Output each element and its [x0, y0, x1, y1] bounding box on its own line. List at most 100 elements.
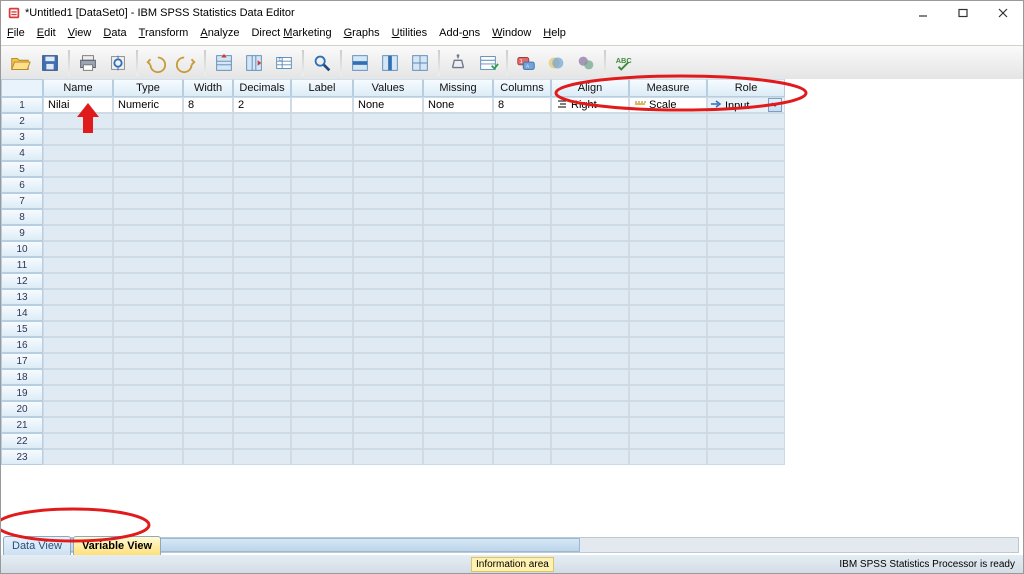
row-number[interactable]: 15	[1, 321, 43, 337]
row-number[interactable]: 18	[1, 369, 43, 385]
empty-cell[interactable]	[551, 113, 629, 129]
empty-cell[interactable]	[551, 353, 629, 369]
empty-cell[interactable]	[291, 433, 353, 449]
empty-cell[interactable]	[233, 417, 291, 433]
empty-cell[interactable]	[493, 113, 551, 129]
empty-cell[interactable]	[551, 289, 629, 305]
empty-cell[interactable]	[493, 321, 551, 337]
empty-cell[interactable]	[233, 129, 291, 145]
empty-cell[interactable]	[707, 353, 785, 369]
empty-cell[interactable]	[551, 241, 629, 257]
recall-dialog-icon[interactable]	[104, 49, 132, 77]
empty-cell[interactable]	[707, 449, 785, 465]
maximize-button[interactable]	[943, 1, 983, 25]
empty-cell[interactable]	[629, 321, 707, 337]
empty-cell[interactable]	[493, 257, 551, 273]
empty-cell[interactable]	[423, 289, 493, 305]
empty-cell[interactable]	[629, 209, 707, 225]
empty-cell[interactable]	[353, 145, 423, 161]
goto-variable-icon[interactable]	[240, 49, 268, 77]
empty-cell[interactable]	[353, 161, 423, 177]
cell-columns[interactable]: 8	[493, 97, 551, 113]
empty-cell[interactable]	[183, 305, 233, 321]
empty-cell[interactable]	[43, 129, 113, 145]
empty-cell[interactable]	[493, 209, 551, 225]
find-icon[interactable]	[308, 49, 336, 77]
empty-cell[interactable]	[551, 273, 629, 289]
empty-cell[interactable]	[629, 273, 707, 289]
empty-cell[interactable]	[423, 209, 493, 225]
empty-cell[interactable]	[551, 321, 629, 337]
col-header-label[interactable]: Label	[291, 79, 353, 97]
empty-cell[interactable]	[233, 273, 291, 289]
empty-cell[interactable]	[423, 257, 493, 273]
empty-cell[interactable]	[353, 129, 423, 145]
row-number[interactable]: 8	[1, 209, 43, 225]
empty-cell[interactable]	[233, 401, 291, 417]
horizontal-scrollbar[interactable]	[57, 537, 1019, 553]
empty-cell[interactable]	[707, 417, 785, 433]
empty-cell[interactable]	[629, 225, 707, 241]
empty-cell[interactable]	[113, 177, 183, 193]
empty-cell[interactable]	[43, 241, 113, 257]
row-number[interactable]: 6	[1, 177, 43, 193]
empty-cell[interactable]	[551, 417, 629, 433]
empty-cell[interactable]	[629, 113, 707, 129]
empty-cell[interactable]	[551, 337, 629, 353]
menu-direct-marketing[interactable]: Direct Marketing	[251, 27, 331, 45]
empty-cell[interactable]	[551, 401, 629, 417]
empty-cell[interactable]	[233, 433, 291, 449]
row-number[interactable]: 4	[1, 145, 43, 161]
empty-cell[interactable]	[233, 145, 291, 161]
empty-cell[interactable]	[183, 193, 233, 209]
empty-cell[interactable]	[629, 161, 707, 177]
empty-cell[interactable]	[551, 177, 629, 193]
empty-cell[interactable]	[43, 401, 113, 417]
row-number[interactable]: 5	[1, 161, 43, 177]
empty-cell[interactable]	[233, 161, 291, 177]
empty-cell[interactable]	[43, 177, 113, 193]
empty-cell[interactable]	[113, 449, 183, 465]
empty-cell[interactable]	[493, 145, 551, 161]
empty-cell[interactable]	[233, 257, 291, 273]
goto-case-icon[interactable]	[210, 49, 238, 77]
empty-cell[interactable]	[43, 161, 113, 177]
empty-cell[interactable]	[353, 449, 423, 465]
empty-cell[interactable]	[113, 417, 183, 433]
empty-cell[interactable]	[707, 129, 785, 145]
empty-cell[interactable]	[43, 113, 113, 129]
empty-cell[interactable]	[353, 257, 423, 273]
empty-cell[interactable]	[707, 257, 785, 273]
empty-cell[interactable]	[423, 353, 493, 369]
minimize-button[interactable]	[903, 1, 943, 25]
empty-cell[interactable]	[291, 161, 353, 177]
empty-cell[interactable]	[707, 209, 785, 225]
empty-cell[interactable]	[183, 145, 233, 161]
cell-measure[interactable]: Scale	[629, 97, 707, 113]
col-header-role[interactable]: Role	[707, 79, 785, 97]
empty-cell[interactable]	[353, 417, 423, 433]
empty-cell[interactable]	[113, 145, 183, 161]
empty-cell[interactable]	[707, 289, 785, 305]
tab-data-view[interactable]: Data View	[3, 536, 71, 555]
col-header-columns[interactable]: Columns	[493, 79, 551, 97]
empty-cell[interactable]	[291, 209, 353, 225]
empty-cell[interactable]	[493, 193, 551, 209]
empty-cell[interactable]	[233, 177, 291, 193]
empty-cell[interactable]	[423, 433, 493, 449]
empty-cell[interactable]	[291, 385, 353, 401]
empty-cell[interactable]	[551, 225, 629, 241]
empty-cell[interactable]	[233, 449, 291, 465]
empty-cell[interactable]	[113, 113, 183, 129]
empty-cell[interactable]	[353, 113, 423, 129]
empty-cell[interactable]	[183, 113, 233, 129]
empty-cell[interactable]	[183, 241, 233, 257]
empty-cell[interactable]	[353, 193, 423, 209]
empty-cell[interactable]	[423, 193, 493, 209]
empty-cell[interactable]	[551, 145, 629, 161]
empty-cell[interactable]	[183, 369, 233, 385]
undo-icon[interactable]	[142, 49, 170, 77]
empty-cell[interactable]	[291, 289, 353, 305]
empty-cell[interactable]	[113, 385, 183, 401]
empty-cell[interactable]	[353, 225, 423, 241]
